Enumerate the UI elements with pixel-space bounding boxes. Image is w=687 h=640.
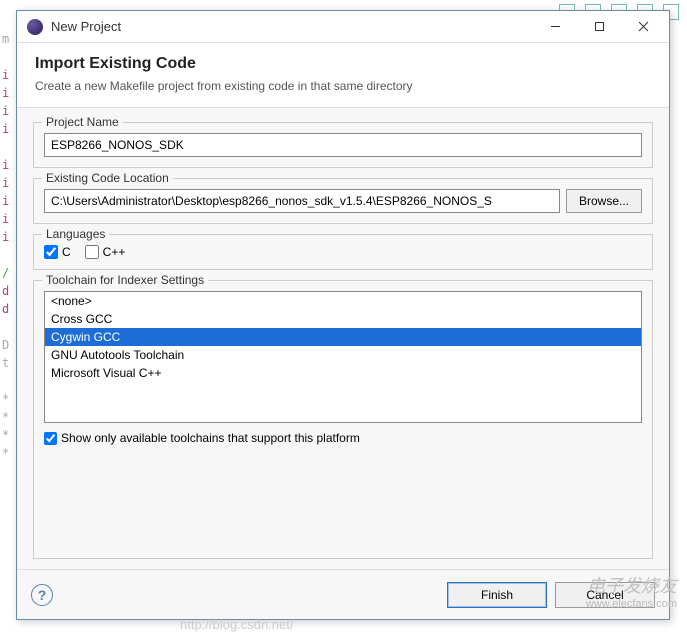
language-cpp-checkbox[interactable]: C++ [85, 245, 126, 259]
toolchain-listbox[interactable]: <none>Cross GCCCygwin GCCGNU Autotools T… [44, 291, 642, 423]
help-icon[interactable]: ? [31, 584, 53, 606]
toolchain-item[interactable]: Microsoft Visual C++ [45, 364, 641, 382]
header-title: Import Existing Code [35, 55, 651, 73]
platform-only-input[interactable] [44, 432, 57, 445]
platform-only-label: Show only available toolchains that supp… [61, 431, 360, 445]
code-location-input[interactable] [44, 189, 560, 213]
finish-button[interactable]: Finish [447, 582, 547, 608]
project-name-group: Project Name [33, 122, 653, 168]
dialog-footer: ? Finish Cancel [17, 569, 669, 619]
toolchain-item[interactable]: Cygwin GCC [45, 328, 641, 346]
minimize-button[interactable] [533, 13, 577, 41]
maximize-button[interactable] [577, 13, 621, 41]
toolchain-item[interactable]: GNU Autotools Toolchain [45, 346, 641, 364]
toolchain-label: Toolchain for Indexer Settings [42, 273, 208, 287]
language-cpp-label: C++ [103, 245, 126, 259]
eclipse-icon [27, 19, 43, 35]
platform-only-checkbox[interactable]: Show only available toolchains that supp… [44, 431, 642, 445]
language-c-label: C [62, 245, 71, 259]
code-location-label: Existing Code Location [42, 171, 173, 185]
project-name-label: Project Name [42, 115, 123, 129]
dialog-header: Import Existing Code Create a new Makefi… [17, 43, 669, 108]
window-title: New Project [51, 19, 533, 34]
form-area: Project Name Existing Code Location Brow… [17, 108, 669, 569]
close-button[interactable] [621, 13, 665, 41]
language-c-input[interactable] [44, 245, 58, 259]
toolchain-group: Toolchain for Indexer Settings <none>Cro… [33, 280, 653, 559]
titlebar: New Project [17, 11, 669, 43]
browse-button[interactable]: Browse... [566, 189, 642, 213]
languages-group: Languages C C++ [33, 234, 653, 270]
toolchain-item[interactable]: <none> [45, 292, 641, 310]
language-c-checkbox[interactable]: C [44, 245, 71, 259]
window-buttons [533, 13, 665, 41]
header-description: Create a new Makefile project from exist… [35, 79, 651, 93]
language-cpp-input[interactable] [85, 245, 99, 259]
toolchain-item[interactable]: Cross GCC [45, 310, 641, 328]
cancel-button[interactable]: Cancel [555, 582, 655, 608]
languages-label: Languages [42, 227, 109, 241]
code-location-group: Existing Code Location Browse... [33, 178, 653, 224]
project-name-input[interactable] [44, 133, 642, 157]
new-project-dialog: New Project Import Existing Code Create … [16, 10, 670, 620]
